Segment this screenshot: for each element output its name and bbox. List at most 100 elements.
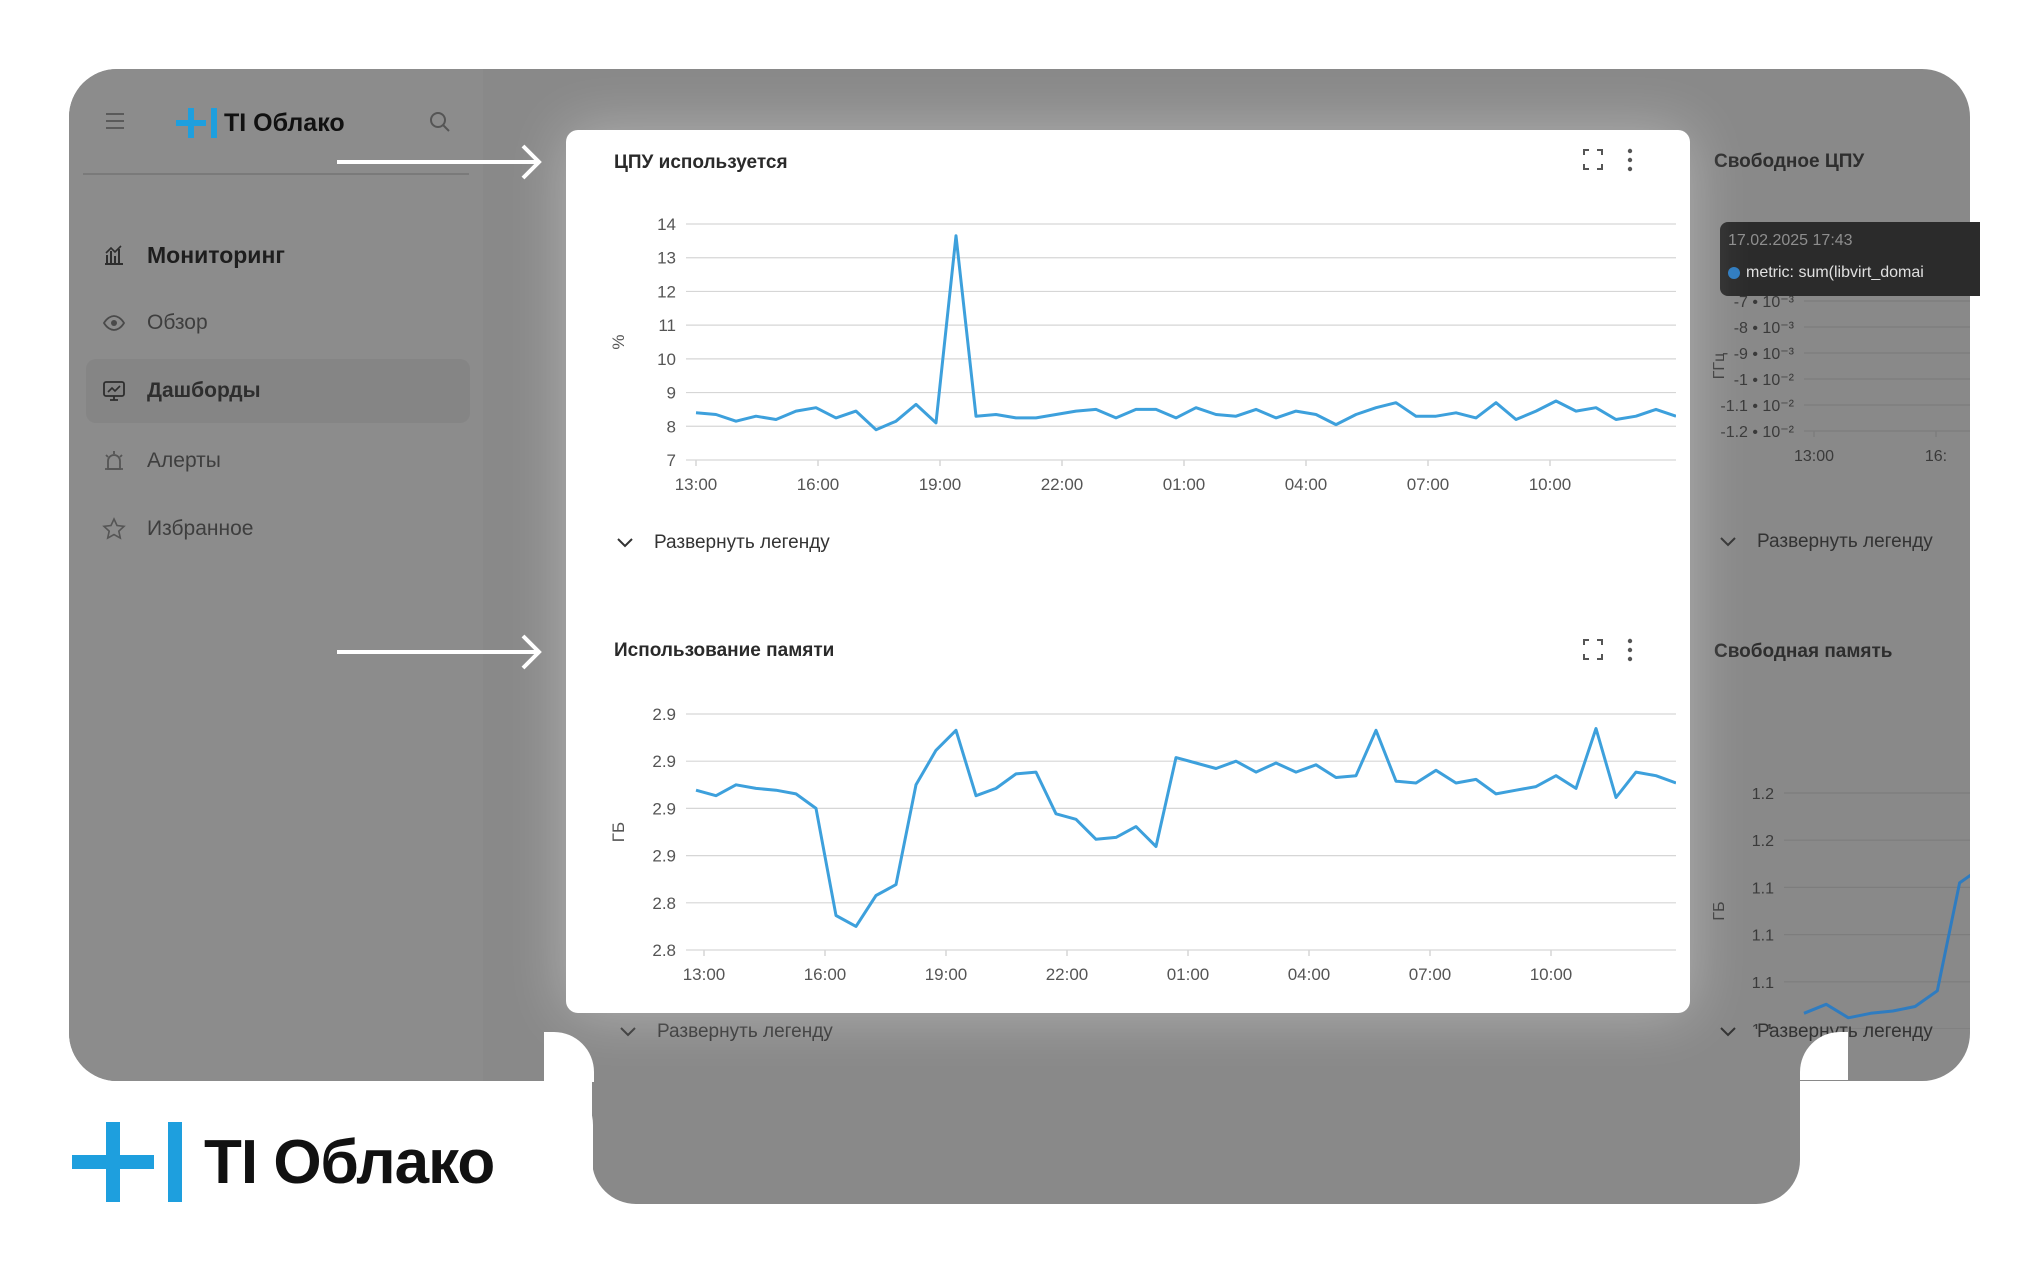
x-tick-label: 19:00 — [919, 475, 962, 494]
y-axis-label: ГГц — [1711, 353, 1728, 380]
y-tick-label: 2.9 — [652, 752, 676, 771]
memory-legend-toggle[interactable]: Развернуть легенду — [619, 1021, 833, 1043]
y-tick-label: 7 — [667, 451, 676, 470]
y-tick-label: 2.8 — [652, 894, 676, 913]
free-cpu-legend-toggle[interactable]: Развернуть легенду — [1719, 531, 1933, 553]
expand-icon[interactable] — [1583, 149, 1603, 170]
cpu-legend-toggle[interactable]: Развернуть легенду — [616, 532, 830, 554]
free-memory-chart: 1.21.21.11.11.11.1ГБ13:0016:00 — [1711, 786, 1970, 1029]
series-line — [695, 234, 1676, 432]
free-memory-title: Свободная память — [1714, 641, 1893, 662]
x-tick-label: 13:00 — [675, 475, 718, 494]
x-tick-label: 22:00 — [1041, 475, 1084, 494]
more-vertical-icon[interactable] — [1627, 148, 1633, 172]
x-tick-label: 07:00 — [1407, 475, 1450, 494]
y-tick-label: -1 • 10⁻² — [1734, 372, 1795, 389]
tooltip-metric: metric: sum(libvirt_domai — [1728, 264, 1924, 282]
y-tick-label: -1.2 • 10⁻² — [1720, 424, 1794, 441]
x-tick-label: 07:00 — [1409, 965, 1452, 984]
cpu-chart: 14 13 12 11 10 9 8 7% 13:00 16:00 19:00 22:00 01:00 0… — [609, 215, 1676, 494]
tooltip-metric-text: metric: sum(libvirt_domai — [1746, 264, 1924, 281]
app-logo-text: TI Облако — [224, 108, 345, 137]
sidebar-item-overview[interactable]: Обзор — [86, 291, 470, 355]
y-tick-label: 8 — [667, 417, 676, 436]
chevron-down-icon — [617, 538, 633, 548]
y-tick-label: 12 — [657, 282, 676, 301]
y-tick-label: 13 — [657, 249, 676, 268]
series-line — [1803, 873, 1970, 1020]
y-tick-label: -9 • 10⁻³ — [1734, 346, 1795, 363]
monitoring-icon — [101, 242, 127, 268]
annotation-arrow — [337, 634, 542, 670]
memory-panel-title: Использование памяти — [614, 640, 835, 661]
search-icon[interactable] — [429, 111, 451, 133]
free-cpu-title: Свободное ЦПУ — [1714, 151, 1865, 172]
expand-icon[interactable] — [1583, 639, 1603, 660]
chevron-down-icon — [1720, 1027, 1736, 1037]
sidebar-item-label: Избранное — [147, 517, 254, 540]
chevron-down-icon — [620, 1027, 636, 1037]
x-tick-label: 04:00 — [1288, 965, 1331, 984]
cpu-panel-title: ЦПУ используется — [614, 152, 788, 173]
y-tick-label: 1.1 — [1752, 975, 1774, 992]
eye-icon — [101, 310, 127, 336]
series-dot-icon — [1728, 267, 1740, 279]
y-tick-label: -1.1 • 10⁻² — [1720, 398, 1794, 415]
more-vertical-icon[interactable] — [1627, 638, 1633, 662]
sidebar-item-label: Алерты — [147, 449, 221, 472]
y-tick-label: 10 — [657, 350, 676, 369]
sidebar: TI Облако Мониторинг Обзор Дашборды Алер… — [69, 69, 483, 1081]
sidebar-item-label: Дашборды — [147, 379, 261, 402]
y-tick-label: 2.9 — [652, 847, 676, 866]
y-tick-label: 2.8 — [652, 941, 676, 960]
hamburger-icon[interactable] — [106, 113, 124, 129]
y-axis-label: ГБ — [609, 822, 628, 842]
y-tick-label: 1.2 — [1752, 786, 1774, 803]
x-tick-label: 13:00 — [683, 965, 726, 984]
brand-logo-text: TI Облако — [204, 1127, 495, 1197]
dashboard-icon — [101, 378, 127, 404]
sidebar-item-label: Мониторинг — [147, 241, 285, 268]
x-tick-label: 01:00 — [1163, 475, 1206, 494]
y-axis-label: ГБ — [1711, 901, 1728, 920]
y-tick-label: 14 — [657, 215, 676, 234]
y-tick-label: -7 • 10⁻³ — [1734, 294, 1795, 311]
y-tick-label: -8 • 10⁻³ — [1734, 320, 1795, 337]
sidebar-item-label: Обзор — [147, 311, 208, 334]
logo-mark-icon — [72, 1120, 184, 1204]
y-tick-label: 1.1 — [1752, 928, 1774, 945]
y-tick-label: 1.2 — [1752, 833, 1774, 850]
tooltip-datetime: 17.02.2025 17:43 — [1728, 232, 1853, 249]
memory-chart: 2.9 2.9 2.9 2.9 2.8 2.8 ГБ 13:00 16:00 19:00 22:00… — [609, 705, 1676, 984]
x-tick-label: 16:00 — [804, 965, 847, 984]
chart-tooltip: 17.02.2025 17:43 metric: sum(libvirt_dom… — [1720, 222, 1980, 296]
logo-mark-icon — [176, 107, 218, 139]
y-tick-label: 1.1 — [1752, 880, 1774, 897]
annotation-arrow — [337, 144, 542, 180]
sidebar-item-favorites[interactable]: Избранное — [86, 497, 470, 561]
brand-logo: TI Облако — [72, 1120, 495, 1204]
sidebar-item-dashboards[interactable]: Дашборды — [86, 359, 470, 423]
x-tick-label: 16:00 — [797, 475, 840, 494]
app-window-bottom-tab — [592, 1060, 1800, 1204]
legend-toggle-label: Развернуть легенду — [657, 1021, 833, 1042]
highlighted-panels-card: ЦПУ используется 14 13 12 11 10 9 8 7% 13:00 16:0… — [566, 130, 1690, 1013]
sidebar-item-monitoring[interactable]: Мониторинг — [86, 223, 470, 287]
x-tick-label: 13:00 — [1794, 448, 1834, 465]
chevron-down-icon — [1720, 537, 1736, 547]
x-tick-label: 19:00 — [925, 965, 968, 984]
alarm-icon — [101, 448, 127, 474]
legend-toggle-label: Развернуть легенду — [1757, 531, 1933, 552]
cpu-panel-controls — [1583, 148, 1633, 172]
y-tick-label: 11 — [658, 316, 676, 335]
star-icon — [101, 516, 127, 542]
y-tick-label: 2.9 — [652, 799, 676, 818]
memory-panel-controls — [1583, 638, 1633, 662]
app-logo[interactable]: TI Облако — [176, 107, 345, 139]
y-tick-label: 9 — [667, 384, 676, 403]
series-line — [695, 727, 1676, 928]
sidebar-item-alerts[interactable]: Алерты — [86, 429, 470, 493]
x-tick-label: 10:00 — [1529, 475, 1572, 494]
x-tick-label: 01:00 — [1167, 965, 1210, 984]
x-tick-label: 16: — [1925, 448, 1947, 465]
